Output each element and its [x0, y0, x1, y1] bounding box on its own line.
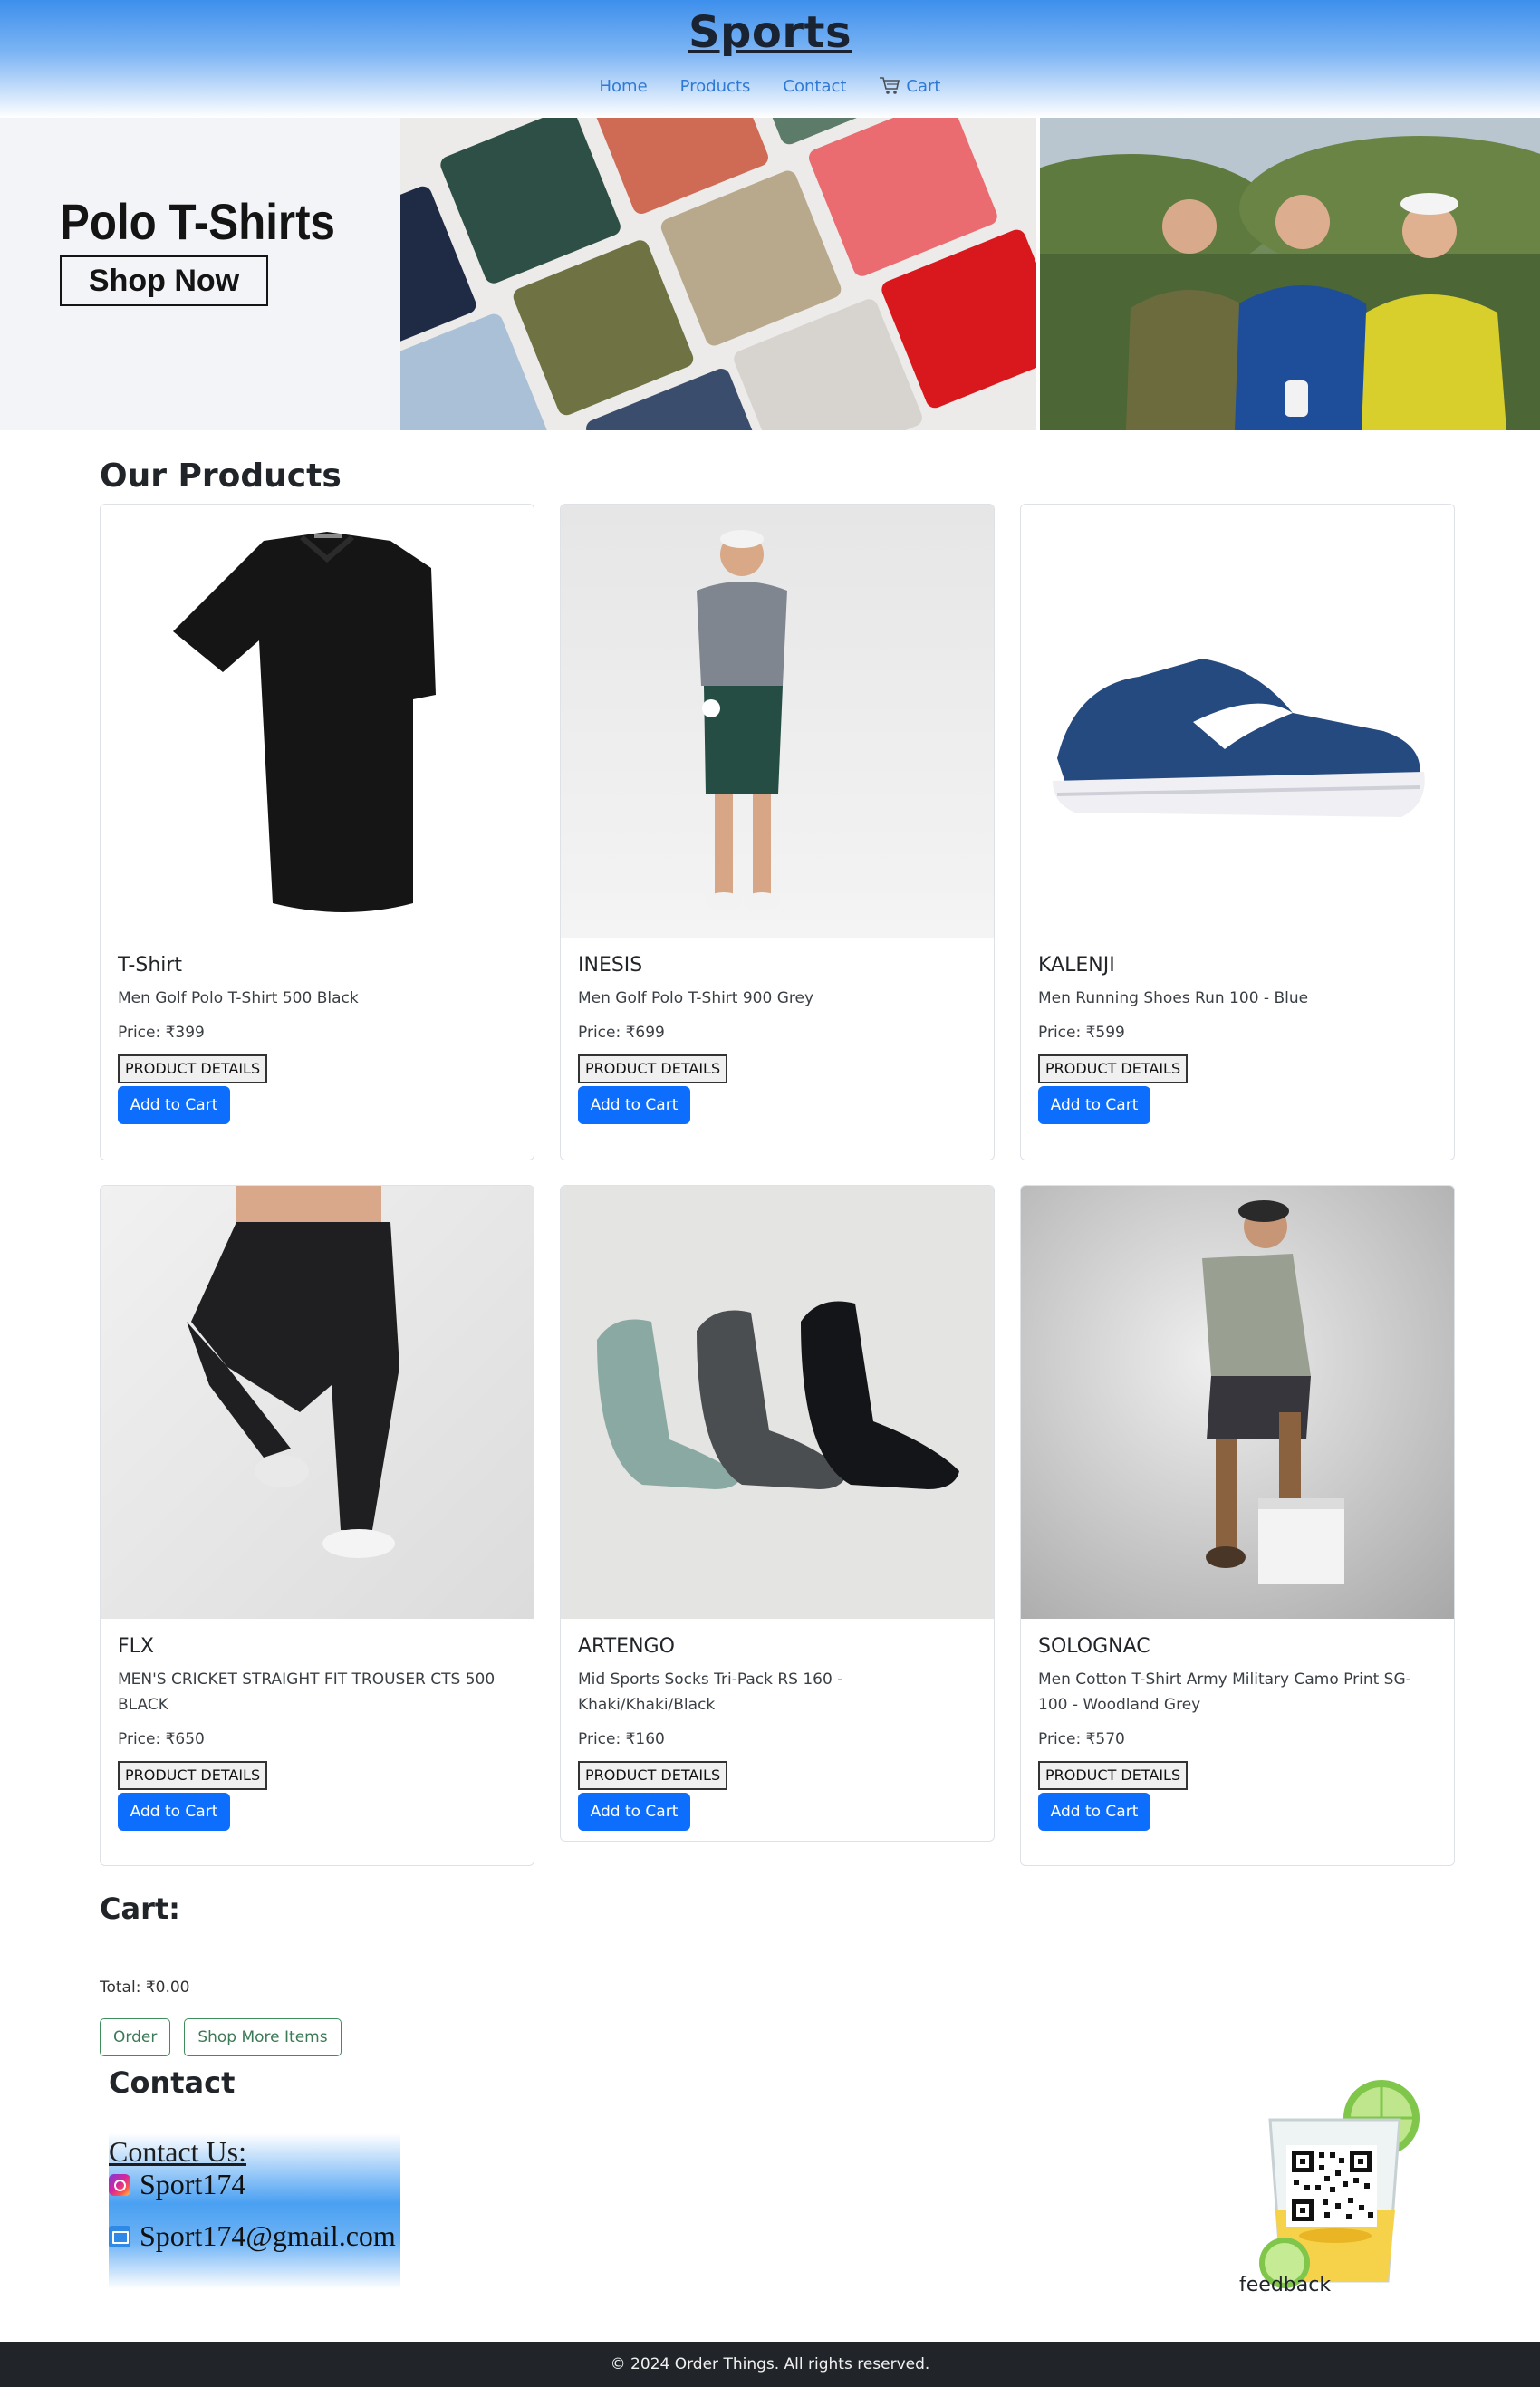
product-price: Price: ₹399	[118, 1024, 205, 1042]
order-button[interactable]: Order	[100, 2018, 171, 2056]
product-price: Price: ₹699	[578, 1024, 665, 1042]
nav-products[interactable]: Products	[680, 76, 751, 96]
add-to-cart-button[interactable]: Add to Cart	[1038, 1086, 1150, 1124]
contact-heading: Contact Us:	[109, 2135, 246, 2168]
product-description: Men Cotton T-Shirt Army Military Camo Pr…	[1038, 1670, 1411, 1714]
footer-copyright: © 2024 Order Things. All rights reserved…	[610, 2355, 930, 2373]
product-card: T-Shirt Men Golf Polo T-Shirt 500 Black …	[100, 504, 534, 1160]
product-image-blue-running-shoe[interactable]	[1021, 505, 1454, 938]
product-image-camo-tshirt[interactable]	[1021, 1186, 1454, 1619]
hero-banner: Polo T-Shirts Shop Now	[0, 118, 1540, 430]
site-title[interactable]: Sports	[0, 7, 1540, 58]
contact-title: Contact	[109, 2065, 236, 2100]
product-description: Men Golf Polo T-Shirt 500 Black	[118, 989, 359, 1007]
product-card: FLX MEN'S CRICKET STRAIGHT FIT TROUSER C…	[100, 1185, 534, 1866]
product-card: ARTENGO Mid Sports Socks Tri-Pack RS 160…	[560, 1185, 995, 1842]
product-description: Men Golf Polo T-Shirt 900 Grey	[578, 989, 814, 1007]
product-description: Mid Sports Socks Tri-Pack RS 160 - Khaki…	[578, 1670, 843, 1714]
email-contact[interactable]: Sport174@gmail.com	[109, 2219, 396, 2253]
cart-icon	[879, 76, 900, 96]
feedback-label: feedback	[1239, 2274, 1332, 2296]
nav-contact[interactable]: Contact	[783, 76, 846, 96]
shop-now-button[interactable]: Shop Now	[60, 255, 268, 306]
product-card: SOLOGNAC Men Cotton T-Shirt Army Militar…	[1020, 1185, 1455, 1866]
instagram-handle: Sport174	[140, 2168, 246, 2200]
product-details-button[interactable]: PRODUCT DETAILS	[118, 1761, 268, 1790]
product-image-cricket-trouser[interactable]	[101, 1186, 534, 1619]
nav-cart-label: Cart	[906, 76, 941, 96]
product-image-sports-socks[interactable]	[561, 1186, 994, 1619]
nav-cart[interactable]: Cart	[879, 76, 940, 96]
product-name: T-Shirt	[118, 954, 183, 977]
folded-polos-image	[400, 118, 1036, 430]
product-card: INESIS Men Golf Polo T-Shirt 900 Grey Pr…	[560, 504, 995, 1160]
email-address: Sport174@gmail.com	[140, 2219, 396, 2252]
product-price: Price: ₹570	[1038, 1730, 1125, 1748]
product-name: KALENJI	[1038, 954, 1115, 977]
product-price: Price: ₹160	[578, 1730, 665, 1748]
product-details-button[interactable]: PRODUCT DETAILS	[1038, 1761, 1189, 1790]
main-nav: Home Products Contact Cart	[0, 76, 1540, 96]
golfers-photo	[1040, 118, 1540, 430]
instagram-icon	[109, 2173, 130, 2196]
instagram-contact[interactable]: Sport174	[109, 2168, 245, 2201]
product-description: MEN'S CRICKET STRAIGHT FIT TROUSER CTS 5…	[118, 1670, 496, 1714]
product-price: Price: ₹650	[118, 1730, 205, 1748]
product-price: Price: ₹599	[1038, 1024, 1125, 1042]
product-card: KALENJI Men Running Shoes Run 100 - Blue…	[1020, 504, 1455, 1160]
product-name: FLX	[118, 1635, 154, 1658]
banner-text-panel: Polo T-Shirts Shop Now	[0, 118, 400, 430]
mail-icon	[109, 2225, 130, 2247]
site-header: Sports Home Products Contact Cart	[0, 0, 1540, 118]
add-to-cart-button[interactable]: Add to Cart	[118, 1793, 230, 1831]
product-details-button[interactable]: PRODUCT DETAILS	[118, 1054, 268, 1083]
product-description: Men Running Shoes Run 100 - Blue	[1038, 989, 1309, 1007]
products-section-title: Our Products	[100, 457, 342, 495]
product-details-button[interactable]: PRODUCT DETAILS	[578, 1761, 728, 1790]
nav-home[interactable]: Home	[600, 76, 648, 96]
product-image-grey-polo[interactable]	[561, 505, 994, 938]
cart-total: Total: ₹0.00	[100, 1978, 190, 1997]
feedback-qr-code[interactable]	[1259, 2074, 1431, 2292]
product-image-black-polo[interactable]	[101, 505, 534, 938]
product-name: SOLOGNAC	[1038, 1635, 1150, 1658]
add-to-cart-button[interactable]: Add to Cart	[118, 1086, 230, 1124]
contact-box: Contact Us: Sport174 Sport174@gmail.com	[109, 2133, 400, 2289]
product-details-button[interactable]: PRODUCT DETAILS	[1038, 1054, 1189, 1083]
banner-title: Polo T-Shirts	[60, 193, 335, 250]
cart-actions: Order Shop More Items	[100, 2018, 342, 2056]
shop-more-items-button[interactable]: Shop More Items	[184, 2018, 342, 2056]
site-footer: © 2024 Order Things. All rights reserved…	[0, 2342, 1540, 2387]
add-to-cart-button[interactable]: Add to Cart	[578, 1793, 690, 1831]
cart-title: Cart:	[100, 1891, 180, 1926]
add-to-cart-button[interactable]: Add to Cart	[1038, 1793, 1150, 1831]
product-name: ARTENGO	[578, 1635, 675, 1658]
add-to-cart-button[interactable]: Add to Cart	[578, 1086, 690, 1124]
product-details-button[interactable]: PRODUCT DETAILS	[578, 1054, 728, 1083]
product-name: INESIS	[578, 954, 643, 977]
